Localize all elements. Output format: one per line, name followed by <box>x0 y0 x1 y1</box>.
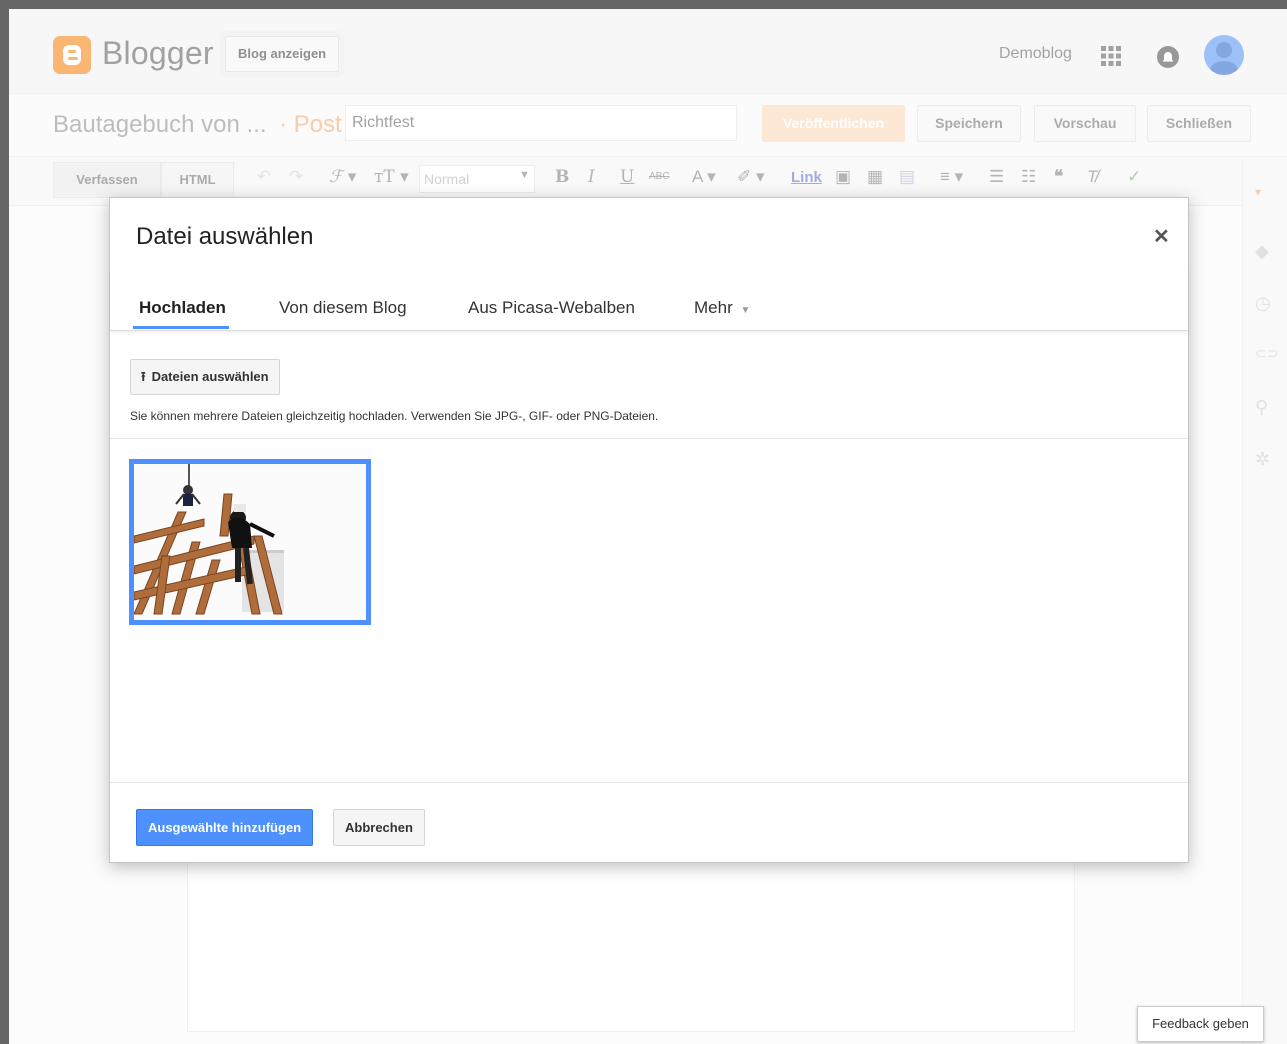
divider <box>110 782 1188 783</box>
tab-from-this-blog[interactable]: Von diesem Blog <box>279 298 407 318</box>
dialog-title: Datei auswählen <box>136 223 314 250</box>
divider <box>110 438 1188 439</box>
cancel-button[interactable]: Abbrechen <box>333 809 425 846</box>
upload-hint: Sie können mehrere Dateien gleichzeitig … <box>130 409 659 423</box>
close-icon[interactable]: ✕ <box>1153 224 1170 249</box>
uploaded-image-thumbnail[interactable] <box>129 459 371 625</box>
roof-framing-photo <box>134 464 366 620</box>
tab-picasa-albums[interactable]: Aus Picasa-Webalben <box>468 298 635 318</box>
upload-icon: ⭱ <box>141 369 146 384</box>
add-selected-button[interactable]: Ausgewählte hinzufügen <box>136 809 314 846</box>
choose-files-label: Dateien auswählen <box>151 369 269 384</box>
file-picker-dialog: Datei auswählen ✕ Hochladen Von diesem B… <box>109 197 1189 863</box>
chevron-down-icon: ▼ <box>740 305 751 316</box>
active-tab-indicator <box>133 326 229 329</box>
choose-files-button[interactable]: ⭱ Dateien auswählen <box>130 359 280 395</box>
tab-more[interactable]: Mehr ▼ <box>694 298 750 318</box>
feedback-button[interactable]: Feedback geben <box>1137 1006 1264 1042</box>
dialog-tabs: Hochladen Von diesem Blog Aus Picasa-Web… <box>110 270 1188 331</box>
tab-more-label: Mehr <box>694 298 733 317</box>
tab-upload[interactable]: Hochladen <box>139 298 226 318</box>
